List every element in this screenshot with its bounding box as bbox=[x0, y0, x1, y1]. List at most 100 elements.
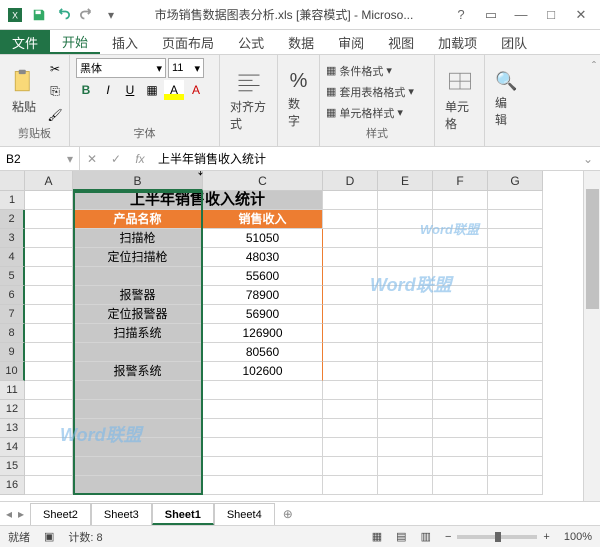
cell[interactable] bbox=[323, 438, 378, 457]
cell[interactable] bbox=[488, 438, 543, 457]
cell[interactable]: 78900 bbox=[203, 286, 323, 305]
cell[interactable] bbox=[25, 191, 73, 210]
tab-review[interactable]: 审阅 bbox=[326, 30, 376, 54]
row-header-5[interactable]: 5 bbox=[0, 267, 25, 286]
row-header-3[interactable]: 3 bbox=[0, 229, 25, 248]
bold-button[interactable]: B bbox=[76, 80, 96, 100]
underline-button[interactable]: U bbox=[120, 80, 140, 100]
cell[interactable]: 扫描系统 bbox=[73, 324, 203, 343]
alignment-button[interactable]: 对齐方式 bbox=[226, 66, 271, 134]
cell[interactable] bbox=[323, 362, 378, 381]
cell[interactable] bbox=[488, 248, 543, 267]
cell[interactable]: 报警器 bbox=[73, 286, 203, 305]
cell[interactable] bbox=[378, 419, 433, 438]
cell[interactable] bbox=[378, 457, 433, 476]
view-break-icon[interactable]: ▥ bbox=[421, 530, 431, 543]
cell[interactable] bbox=[488, 343, 543, 362]
col-header-A[interactable]: A bbox=[25, 171, 73, 191]
cell[interactable] bbox=[488, 210, 543, 229]
fill-color-button[interactable]: A bbox=[164, 80, 184, 100]
cell[interactable]: 定位报警器 bbox=[73, 305, 203, 324]
cell[interactable] bbox=[378, 362, 433, 381]
cell[interactable] bbox=[73, 457, 203, 476]
cell[interactable] bbox=[378, 305, 433, 324]
tab-addins[interactable]: 加载项 bbox=[426, 30, 489, 54]
cell[interactable] bbox=[488, 267, 543, 286]
cell[interactable] bbox=[433, 438, 488, 457]
cell[interactable] bbox=[25, 362, 73, 381]
view-normal-icon[interactable]: ▦ bbox=[372, 530, 382, 543]
sheet-tab-Sheet4[interactable]: Sheet4 bbox=[214, 503, 275, 525]
cell[interactable] bbox=[378, 438, 433, 457]
cell[interactable] bbox=[25, 438, 73, 457]
tab-layout[interactable]: 页面布局 bbox=[150, 30, 226, 54]
cell[interactable] bbox=[378, 381, 433, 400]
minimize-icon[interactable]: — bbox=[506, 4, 536, 26]
conditional-format-button[interactable]: ▦条件格式▾ bbox=[326, 61, 414, 81]
cell[interactable] bbox=[433, 457, 488, 476]
cell[interactable] bbox=[25, 457, 73, 476]
cell[interactable] bbox=[378, 248, 433, 267]
cell[interactable]: 55600 bbox=[203, 267, 323, 286]
cell[interactable] bbox=[323, 210, 378, 229]
cell[interactable]: 定位扫描枪 bbox=[73, 248, 203, 267]
cell[interactable] bbox=[378, 229, 433, 248]
cell[interactable] bbox=[433, 229, 488, 248]
col-header-B[interactable]: B↓ bbox=[73, 171, 203, 191]
cell[interactable]: 80560 bbox=[203, 343, 323, 362]
cell[interactable] bbox=[323, 248, 378, 267]
row-header-13[interactable]: 13 bbox=[0, 419, 25, 438]
spreadsheet-grid[interactable]: AB↓CDEFG 12345678910111213141516 上半年销售收入… bbox=[0, 171, 600, 501]
cell[interactable]: 102600 bbox=[203, 362, 323, 381]
cell-styles-button[interactable]: ▦单元格样式▾ bbox=[326, 103, 414, 123]
cell[interactable] bbox=[73, 267, 203, 286]
cell[interactable] bbox=[25, 381, 73, 400]
expand-formula-icon[interactable]: ⌄ bbox=[576, 147, 600, 170]
cell[interactable] bbox=[73, 343, 203, 362]
new-sheet-button[interactable]: ⊕ bbox=[275, 507, 301, 521]
font-name-select[interactable]: 黑体▾ bbox=[76, 58, 166, 78]
cell[interactable]: 报警系统 bbox=[73, 362, 203, 381]
cell[interactable] bbox=[323, 400, 378, 419]
collapse-ribbon-icon[interactable]: ˆ bbox=[592, 59, 596, 73]
cell[interactable] bbox=[323, 305, 378, 324]
vertical-scrollbar[interactable] bbox=[583, 171, 600, 501]
row-header-12[interactable]: 12 bbox=[0, 400, 25, 419]
save-icon[interactable] bbox=[28, 4, 50, 26]
cell[interactable] bbox=[203, 438, 323, 457]
row-header-1[interactable]: 1 bbox=[0, 191, 25, 210]
cell[interactable] bbox=[488, 400, 543, 419]
cell[interactable] bbox=[25, 305, 73, 324]
copy-icon[interactable]: ⎘ bbox=[45, 82, 65, 102]
redo-icon[interactable] bbox=[76, 4, 98, 26]
cell[interactable] bbox=[25, 400, 73, 419]
tab-formula[interactable]: 公式 bbox=[226, 30, 276, 54]
border-button[interactable]: ▦ bbox=[142, 80, 162, 100]
editing-button[interactable]: 🔍编辑 bbox=[491, 69, 521, 130]
cell[interactable] bbox=[323, 343, 378, 362]
cell[interactable] bbox=[25, 248, 73, 267]
cell[interactable] bbox=[488, 305, 543, 324]
row-header-10[interactable]: 10 bbox=[0, 362, 25, 381]
cell[interactable] bbox=[433, 305, 488, 324]
cell[interactable] bbox=[433, 476, 488, 495]
row-header-14[interactable]: 14 bbox=[0, 438, 25, 457]
col-header-D[interactable]: D bbox=[323, 171, 378, 191]
cell[interactable] bbox=[433, 191, 488, 210]
cell[interactable] bbox=[378, 267, 433, 286]
name-box[interactable]: B2▾ bbox=[0, 147, 80, 170]
cell[interactable] bbox=[323, 457, 378, 476]
cell[interactable] bbox=[433, 210, 488, 229]
cell[interactable] bbox=[433, 267, 488, 286]
cell[interactable] bbox=[378, 324, 433, 343]
cell[interactable] bbox=[73, 400, 203, 419]
cell[interactable]: 销售收入 bbox=[203, 210, 323, 229]
cell[interactable] bbox=[203, 400, 323, 419]
sheet-tab-Sheet1[interactable]: Sheet1 bbox=[152, 503, 214, 525]
row-header-4[interactable]: 4 bbox=[0, 248, 25, 267]
cell[interactable] bbox=[488, 191, 543, 210]
cell[interactable] bbox=[25, 286, 73, 305]
zoom-level[interactable]: 100% bbox=[564, 531, 592, 543]
cell[interactable] bbox=[25, 343, 73, 362]
cancel-icon[interactable]: ✕ bbox=[80, 147, 104, 170]
